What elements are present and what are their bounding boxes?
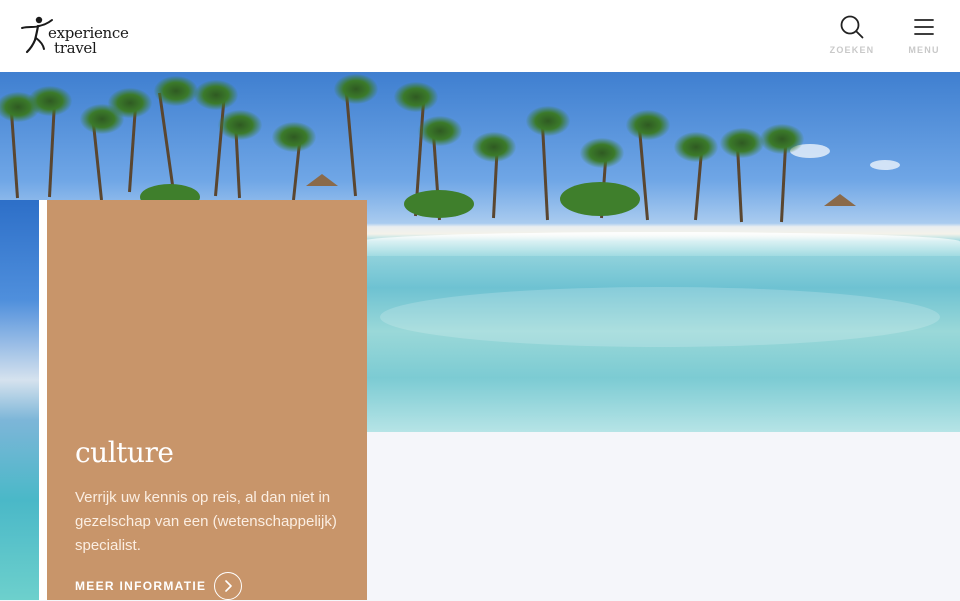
more-info-label: MEER INFORMATIE	[75, 579, 207, 593]
card-title: culture	[75, 436, 174, 469]
culture-card: culture Verrijk uw kennis op reis, al da…	[47, 200, 367, 600]
card-description: Verrijk uw kennis op reis, al dan niet i…	[75, 489, 337, 554]
brand-logo[interactable]: experience travel	[20, 14, 130, 58]
search-label: ZOEKEN	[829, 45, 875, 55]
search-icon	[840, 15, 864, 39]
more-info-link[interactable]: MEER INFORMATIE	[75, 571, 243, 601]
chevron-right-icon	[214, 572, 243, 600]
menu-label: MENU	[908, 45, 940, 55]
site-header: experience travel ZOEKEN MENU	[0, 0, 960, 72]
hamburger-icon	[914, 19, 934, 35]
menu-button[interactable]: MENU	[894, 14, 954, 60]
logo-text-line2: travel	[54, 39, 97, 57]
previous-slide-image[interactable]	[0, 200, 39, 600]
search-button[interactable]: ZOEKEN	[822, 14, 882, 60]
slide-gap	[39, 200, 47, 600]
